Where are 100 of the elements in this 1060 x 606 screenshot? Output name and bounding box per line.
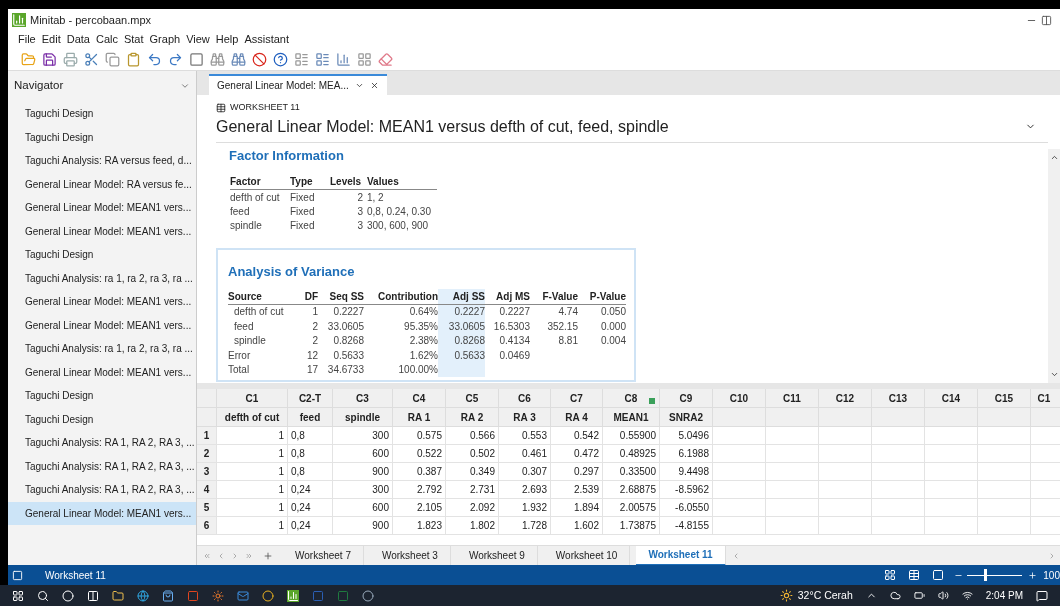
column-header[interactable]: C1 (216, 389, 287, 407)
table-cell[interactable]: 1 (278, 464, 284, 479)
menu-item[interactable]: Assistant (244, 31, 290, 48)
weather-icon[interactable] (779, 589, 793, 602)
column-header[interactable]: C14 (924, 389, 977, 407)
output-tab[interactable]: General Linear Model: MEA... (209, 74, 387, 95)
table-cell[interactable]: -6.0550 (675, 500, 709, 515)
column-header[interactable]: C3 (332, 389, 392, 407)
column-header[interactable]: C5 (445, 389, 498, 407)
table-cell[interactable]: 0.553 (521, 428, 547, 443)
table-cell[interactable]: 0,24 (291, 518, 311, 533)
table-cell[interactable]: 2.731 (469, 482, 495, 497)
column-name[interactable]: RA 4 (565, 409, 588, 425)
table-cell[interactable]: 1 (278, 428, 284, 443)
table-cell[interactable]: 1 (278, 482, 284, 497)
circle-icon[interactable] (62, 589, 74, 602)
table-cell[interactable]: 0.542 (573, 428, 599, 443)
table-cell[interactable]: 0.55900 (619, 428, 656, 443)
table-cell[interactable]: 0,24 (291, 482, 311, 497)
table-cell[interactable]: 300 (372, 482, 389, 497)
menu-item[interactable]: Graph (149, 31, 181, 48)
table-cell[interactable]: 1.823 (416, 518, 442, 533)
table-cell[interactable]: 1.932 (521, 500, 547, 515)
column-header[interactable]: C10 (712, 389, 765, 407)
column-header[interactable]: C13 (871, 389, 924, 407)
vertical-scrollbar[interactable] (1048, 149, 1060, 383)
navigator-item[interactable]: Taguchi Analysis: RA 1, RA 2, RA 3, ... (8, 431, 196, 455)
table-cell[interactable]: 900 (372, 464, 389, 479)
column-header[interactable]: C11 (765, 389, 818, 407)
zoom-in-icon[interactable] (1028, 570, 1038, 580)
cloud-icon[interactable] (889, 590, 901, 601)
zoom-slider[interactable] (967, 569, 1023, 581)
navigator-item[interactable]: General Linear Model: MEAN1 vers... (8, 290, 196, 314)
table-cell[interactable]: 0.472 (573, 446, 599, 461)
navigator-item[interactable]: Taguchi Analysis: ra 1, ra 2, ra 3, ra ... (8, 337, 196, 361)
column-name[interactable]: MEAN1 (613, 409, 649, 425)
bag-icon[interactable] (162, 589, 174, 602)
notification-icon[interactable] (1036, 589, 1048, 602)
table-cell[interactable]: 0.502 (469, 446, 495, 461)
navigator-item[interactable]: General Linear Model: MEAN1 vers... (8, 313, 196, 337)
chart-app-icon[interactable] (287, 589, 299, 602)
column-header[interactable]: C6 (498, 389, 550, 407)
column-name[interactable]: SNRA2 (669, 409, 703, 425)
table-cell[interactable]: 0.461 (521, 446, 547, 461)
table-cell[interactable]: 1 (278, 446, 284, 461)
table-cell[interactable]: 0.48925 (619, 446, 656, 461)
scroll-down-icon[interactable] (1049, 370, 1059, 379)
table-cell[interactable]: 1.73875 (619, 518, 656, 533)
navigator-item[interactable]: General Linear Model: MEAN1 vers... (8, 196, 196, 220)
table-cell[interactable]: 5.0496 (678, 428, 709, 443)
clock-time[interactable]: 2:04 PM (985, 588, 1023, 603)
column-header[interactable]: C8 (602, 389, 659, 407)
navigator-item[interactable]: General Linear Model: MEAN1 vers... (8, 501, 196, 525)
menu-item[interactable]: Calc (95, 31, 118, 48)
menu-item[interactable]: Help (215, 31, 239, 48)
column-name[interactable]: RA 3 (513, 409, 536, 425)
dropdown-icon[interactable] (180, 81, 190, 91)
table-cell[interactable]: 0,8 (291, 464, 305, 479)
table-cell[interactable]: 2.68875 (619, 482, 656, 497)
navigator-item[interactable]: Taguchi Analysis: ra 1, ra 2, ra 3, ra ... (8, 266, 196, 290)
worksheet-view-icon[interactable] (884, 569, 897, 581)
table-cell[interactable]: 0.33500 (619, 464, 656, 479)
dropdown-icon[interactable] (354, 81, 364, 90)
table-cell[interactable]: 0,24 (291, 500, 311, 515)
navigator-item[interactable]: Taguchi Design (8, 243, 196, 267)
navigator-item[interactable]: General Linear Model: MEAN1 vers... (8, 360, 196, 384)
table-cell[interactable]: 0.566 (469, 428, 495, 443)
grid-view-icon[interactable] (908, 569, 921, 581)
navigator-item[interactable]: Taguchi Design (8, 125, 196, 149)
table-cell[interactable]: 900 (372, 518, 389, 533)
column-header[interactable]: C2-T (287, 389, 332, 407)
column-name[interactable]: spindle (345, 409, 380, 425)
table-cell[interactable]: 1 (278, 500, 284, 515)
table-cell[interactable]: 1.802 (469, 518, 495, 533)
menu-item[interactable]: View (186, 31, 210, 48)
navigator-item[interactable]: Taguchi Analysis: RA 1, RA 2, RA 3, ... (8, 454, 196, 478)
table-cell[interactable]: -4.8155 (675, 518, 709, 533)
start-icon[interactable] (12, 589, 24, 602)
table-cell[interactable]: 0.297 (573, 464, 599, 479)
navigator-item[interactable]: Taguchi Design (8, 407, 196, 431)
wifi-icon[interactable] (961, 590, 973, 601)
table-cell[interactable]: 0,8 (291, 446, 305, 461)
table-cell[interactable]: 0.387 (416, 464, 442, 479)
column-name[interactable]: RA 1 (407, 409, 431, 425)
table-cell[interactable]: 0.307 (521, 464, 547, 479)
table-cell[interactable]: 600 (372, 446, 389, 461)
column-name[interactable]: defth of cut (224, 409, 280, 425)
globe-icon[interactable] (137, 589, 149, 602)
panel-icon[interactable] (12, 569, 23, 581)
restore-icon[interactable] (1041, 14, 1052, 26)
weather-text[interactable]: 32°C Cerah (797, 587, 853, 604)
navigator-item[interactable]: Taguchi Design (8, 102, 196, 126)
table-cell[interactable]: -8.5962 (675, 482, 709, 497)
table-cell[interactable]: 1.894 (573, 500, 599, 515)
column-header[interactable]: C1 (1030, 389, 1057, 407)
navigator-item[interactable]: Taguchi Analysis: RA 1, RA 2, RA 3, ... (8, 478, 196, 502)
table-cell[interactable]: 6.1988 (678, 446, 709, 461)
column-header[interactable]: C15 (977, 389, 1030, 407)
search-icon[interactable] (37, 589, 49, 602)
battery-icon[interactable] (913, 590, 925, 601)
